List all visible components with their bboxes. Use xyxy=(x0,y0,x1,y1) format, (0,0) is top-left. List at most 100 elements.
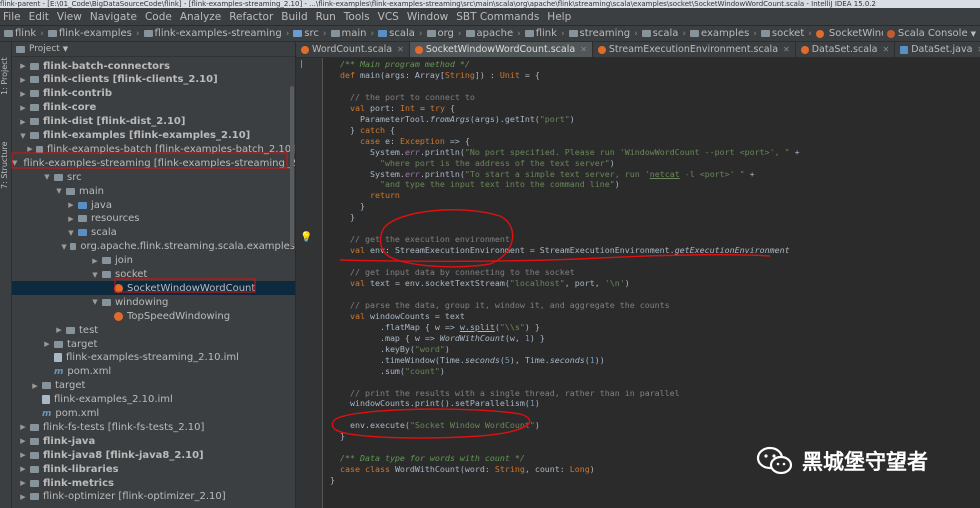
tree-item[interactable]: ▼ src xyxy=(12,170,295,184)
close-icon[interactable]: ✕ xyxy=(580,45,587,54)
editor-tab[interactable]: SocketWindowWordCount.scala ✕ xyxy=(409,42,593,57)
run-config-selector[interactable]: Scala Console ▼ xyxy=(882,26,980,41)
expanded-arrow-icon[interactable]: ▼ xyxy=(90,298,100,306)
breadcrumb-item[interactable]: apache › xyxy=(465,28,525,39)
expanded-arrow-icon[interactable]: ▼ xyxy=(18,132,28,140)
code-line[interactable]: ParameterTool.fromArgs(args).getInt("por… xyxy=(330,114,575,125)
tree-item[interactable]: SocketWindowWordCount xyxy=(12,281,295,296)
code-line[interactable]: .flatMap { w => w.split("\\s") } xyxy=(330,322,540,333)
breadcrumb-item[interactable]: main › xyxy=(330,28,379,39)
tree-item[interactable]: ▶ flink-batch-connectors xyxy=(12,59,295,73)
collapsed-arrow-icon[interactable]: ▶ xyxy=(18,437,28,445)
editor-tab[interactable]: DataSet.java✕ xyxy=(895,42,980,57)
code-line[interactable]: def main(args: Array[String]) : Unit = { xyxy=(330,70,540,81)
tree-item[interactable]: ▶ target xyxy=(12,337,295,351)
menu-item-navigate[interactable]: Navigate xyxy=(87,11,140,23)
collapsed-arrow-icon[interactable]: ▶ xyxy=(18,62,28,70)
code-line[interactable]: } xyxy=(330,201,365,212)
tree-item[interactable]: ▶ flink-examples-batch [flink-examples-ba… xyxy=(12,142,295,156)
collapsed-arrow-icon[interactable]: ▶ xyxy=(18,479,28,487)
code-line[interactable]: // the port to connect to xyxy=(330,92,475,103)
tree-item[interactable]: m pom.xml xyxy=(12,407,295,421)
structure-tool-tab[interactable]: 7: Structure xyxy=(0,132,11,198)
code-line[interactable]: val text = env.socketTextStream("localho… xyxy=(330,278,630,289)
close-icon[interactable]: ✕ xyxy=(883,45,890,54)
code-line[interactable]: "and type the input text into the comman… xyxy=(330,179,620,190)
tree-item[interactable]: ▼ main xyxy=(12,184,295,198)
code-line[interactable]: case class WordWithCount(word: String, c… xyxy=(330,464,595,475)
tree-item[interactable]: ▶ flink-optimizer [flink-optimizer_2.10] xyxy=(12,490,295,504)
tree-item[interactable]: ▼ flink-examples [flink-examples_2.10] xyxy=(12,129,295,143)
editor-tab[interactable]: DataSet.scala ✕ xyxy=(796,42,896,57)
menu-item-view[interactable]: View xyxy=(54,11,85,23)
code-line[interactable]: val env: StreamExecutionEnvironment = St… xyxy=(330,245,790,256)
menu-item-run[interactable]: Run xyxy=(313,11,339,23)
tree-item[interactable]: TopSpeedWindowing xyxy=(12,309,295,323)
tree-item[interactable]: flink-examples-streaming_2.10.iml xyxy=(12,351,295,365)
code-line[interactable]: } catch { xyxy=(330,125,395,136)
tree-item[interactable]: ▶ flink-libraries xyxy=(12,462,295,476)
menu-item-file[interactable]: File xyxy=(0,11,24,23)
tree-item[interactable]: ▶ test xyxy=(12,323,295,337)
expanded-arrow-icon[interactable]: ▼ xyxy=(42,173,52,181)
tree-item[interactable]: ▶ flink-fs-tests [flink-fs-tests_2.10] xyxy=(12,420,295,434)
breadcrumb-item[interactable]: socket › xyxy=(760,28,816,39)
tree-item[interactable]: m pom.xml xyxy=(12,365,295,379)
code-editor[interactable]: /** Main program method */ def main(args… xyxy=(323,58,980,508)
lightbulb-icon[interactable]: 💡 xyxy=(300,232,312,243)
project-scrollbar[interactable] xyxy=(290,86,294,246)
collapsed-arrow-icon[interactable]: ▶ xyxy=(18,76,28,84)
tree-item[interactable]: ▶ flink-contrib xyxy=(12,87,295,101)
tree-item[interactable]: ▶ flink-core xyxy=(12,101,295,115)
collapsed-arrow-icon[interactable]: ▶ xyxy=(26,145,34,153)
code-line[interactable]: .map { w => WordWithCount(w, 1) } xyxy=(330,333,545,344)
menu-item-sbt-commands[interactable]: SBT Commands xyxy=(453,11,542,23)
collapsed-arrow-icon[interactable]: ▶ xyxy=(18,465,28,473)
menu-item-vcs[interactable]: VCS xyxy=(375,11,402,23)
collapsed-arrow-icon[interactable]: ▶ xyxy=(18,423,28,431)
tree-item[interactable]: ▶ flink-metrics xyxy=(12,476,295,490)
menu-item-edit[interactable]: Edit xyxy=(26,11,52,23)
breadcrumb-item[interactable]: org › xyxy=(426,28,466,39)
tree-item[interactable]: ▶ flink-dist [flink-dist_2.10] xyxy=(12,115,295,129)
code-line[interactable]: .keyBy("word") xyxy=(330,344,450,355)
breadcrumb-item[interactable]: flink › xyxy=(4,28,48,39)
code-line[interactable]: // parse the data, group it, window it, … xyxy=(330,300,670,311)
close-icon[interactable]: ✕ xyxy=(397,45,404,54)
code-line[interactable]: System.err.println("To start a simple te… xyxy=(330,169,755,180)
project-panel-header[interactable]: Project ▼ xyxy=(12,42,295,57)
editor-tab[interactable]: StreamExecutionEnvironment.scala ✕ xyxy=(593,42,796,57)
code-line[interactable]: } xyxy=(330,212,355,223)
collapsed-arrow-icon[interactable]: ▶ xyxy=(18,493,28,501)
code-line[interactable]: System.err.println("No port specified. P… xyxy=(330,147,800,158)
code-line[interactable]: .sum("count") xyxy=(330,366,445,377)
menu-item-code[interactable]: Code xyxy=(142,11,175,23)
tree-item[interactable]: ▶ flink-java8 [flink-java8_2.10] xyxy=(12,448,295,462)
code-line[interactable]: windowCounts.print().setParallelism(1) xyxy=(330,398,540,409)
code-line[interactable]: "where port is the address of the text s… xyxy=(330,158,615,169)
collapsed-arrow-icon[interactable]: ▶ xyxy=(54,326,64,334)
fold-marker-icon[interactable] xyxy=(301,60,312,68)
code-line[interactable]: val windowCounts = text xyxy=(330,311,465,322)
collapsed-arrow-icon[interactable]: ▶ xyxy=(18,451,28,459)
code-line[interactable]: /** Data type for words with count */ xyxy=(330,453,525,464)
code-line[interactable]: // get the execution environment xyxy=(330,234,510,245)
collapsed-arrow-icon[interactable]: ▶ xyxy=(42,340,52,348)
expanded-arrow-icon[interactable]: ▼ xyxy=(90,271,100,279)
tree-item[interactable]: ▼ flink-examples-streaming [flink-example… xyxy=(12,156,295,170)
editor-tab[interactable]: WordCount.scala ✕ xyxy=(296,42,410,57)
tree-item[interactable]: ▶ flink-clients [flink-clients_2.10] xyxy=(12,73,295,87)
breadcrumb-item[interactable]: flink-examples-streaming › xyxy=(143,28,294,39)
code-line[interactable]: // print the results with a single threa… xyxy=(330,388,680,399)
code-line[interactable]: env.execute("Socket Window WordCount") xyxy=(330,420,540,431)
tree-item[interactable]: ▶ target xyxy=(12,379,295,393)
tree-item[interactable]: ▶ flink-java xyxy=(12,434,295,448)
project-tool-tab[interactable]: 1: Project xyxy=(0,48,11,104)
code-line[interactable]: } xyxy=(330,475,335,486)
breadcrumb-item[interactable]: flink › xyxy=(524,28,569,39)
collapsed-arrow-icon[interactable]: ▶ xyxy=(18,104,28,112)
expanded-arrow-icon[interactable]: ▼ xyxy=(60,243,67,251)
code-line[interactable]: val port: Int = try { xyxy=(330,103,455,114)
tree-item[interactable]: flink-examples_2.10.iml xyxy=(12,393,295,407)
breadcrumb-item[interactable]: src › xyxy=(293,28,330,39)
